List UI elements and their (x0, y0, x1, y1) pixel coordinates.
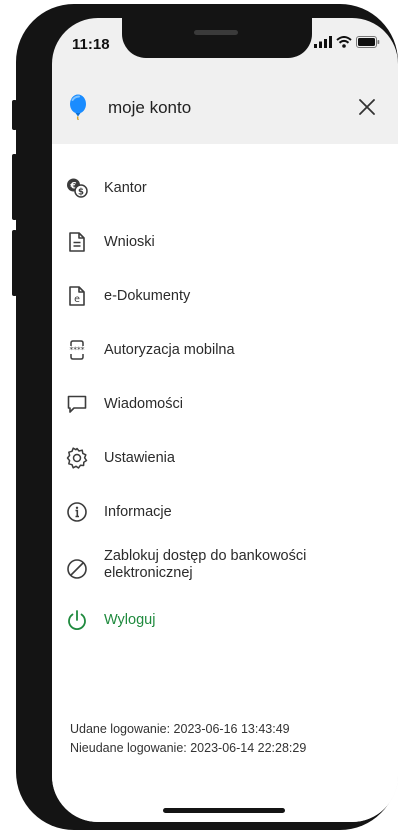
status-time: 11:18 (72, 36, 110, 53)
phone-screen: 11:18 moje konto € $ Kantor Wnioski e e-… (52, 18, 398, 822)
wifi-icon (336, 36, 352, 48)
menu-item-label: Kantor (104, 179, 147, 196)
menu-item-label: Autoryzacja mobilna (104, 341, 235, 358)
page-title: moje konto (108, 98, 192, 117)
balloon-logo-icon (68, 94, 88, 125)
currency-exchange-icon: € $ (65, 176, 89, 200)
menu-item-label: Ustawienia (104, 449, 175, 466)
message-icon (65, 392, 89, 416)
menu-item-wiadomosci[interactable]: Wiadomości (52, 384, 398, 424)
last-successful-login: Udane logowanie: 2023-06-16 13:43:49 (70, 722, 290, 736)
svg-text:e: e (74, 294, 80, 305)
menu-item-label: Wiadomości (104, 395, 183, 412)
document-icon (65, 230, 89, 254)
block-icon (65, 557, 89, 581)
close-icon (359, 99, 375, 115)
phone-frame: 11:18 moje konto € $ Kantor Wnioski e e-… (12, 4, 398, 830)
menu-item-ustawienia[interactable]: Ustawienia (52, 438, 398, 478)
svg-text:$: $ (78, 188, 84, 198)
menu-item-wnioski[interactable]: Wnioski (52, 222, 398, 262)
menu-item-wyloguj[interactable]: Wyloguj (52, 600, 398, 640)
menu-item-label: Wyloguj (104, 611, 156, 628)
menu-item-label: e-Dokumenty (104, 287, 191, 304)
login-info: Udane logowanie: 2023-06-16 13:43:49 Nie… (70, 720, 306, 758)
signal-icon (314, 36, 332, 48)
menu-header: moje konto (52, 68, 398, 144)
menu-item-kantor[interactable]: € $ Kantor (52, 168, 398, 208)
menu-item-label: Wnioski (104, 233, 155, 250)
menu-item-label: Informacje (104, 503, 172, 520)
volume-up-button (12, 154, 17, 220)
mobile-authorization-icon: **** (65, 338, 89, 362)
status-icons (314, 36, 380, 48)
mute-switch (12, 100, 17, 130)
menu-item-zablokuj-dostep[interactable]: Zablokuj dostęp do bankowości elektronic… (52, 542, 398, 588)
notch (122, 18, 312, 58)
e-document-icon: e (65, 284, 89, 308)
volume-down-button (12, 230, 17, 296)
power-icon (65, 608, 89, 632)
menu-item-informacje[interactable]: Informacje (52, 492, 398, 532)
gear-icon (65, 446, 89, 470)
info-icon (65, 500, 89, 524)
close-button[interactable] (354, 94, 380, 120)
menu-panel: € $ Kantor Wnioski e e-Dokumenty **** Au… (52, 144, 398, 822)
last-failed-login: Nieudane logowanie: 2023-06-14 22:28:29 (70, 741, 307, 755)
battery-icon (356, 36, 380, 48)
menu-item-label: Zablokuj dostęp do bankowości elektronic… (104, 548, 307, 581)
status-bar: 11:18 (52, 18, 398, 68)
home-indicator[interactable] (163, 808, 285, 813)
svg-text:****: **** (70, 346, 85, 355)
speaker (194, 30, 238, 35)
menu-item-e-dokumenty[interactable]: e e-Dokumenty (52, 276, 398, 316)
menu-item-autoryzacja-mobilna[interactable]: **** Autoryzacja mobilna (52, 330, 398, 370)
